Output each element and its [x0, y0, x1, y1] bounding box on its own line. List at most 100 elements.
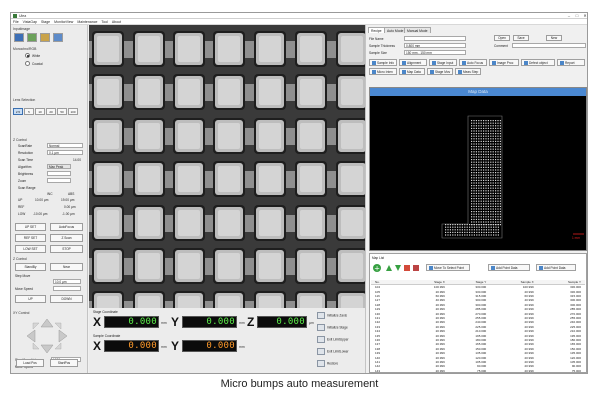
z-up-button[interactable]: UP — [15, 295, 46, 303]
low-set-button[interactable]: LOW SET — [15, 245, 46, 253]
map-list-table[interactable]: No. Stage X Stage Y Sample X Sample Y 104 100… — [371, 280, 585, 373]
report-button[interactable]: Report — [557, 59, 585, 66]
coaxial-radio[interactable] — [25, 61, 30, 66]
micro-inten-button[interactable]: Micro Inten — [369, 68, 397, 75]
lens-button-50[interactable]: 50 — [57, 108, 67, 115]
table-row[interactable]: 143 20.999 75.000 20.999 75.000 — [371, 369, 585, 373]
exit-limit-upper-button[interactable]: Exit LimitUpper — [317, 336, 349, 343]
menu-tool[interactable]: Tool — [99, 19, 109, 24]
sample-size-field[interactable]: 150 mm - 150 mm — [404, 50, 466, 55]
lens-button-20[interactable]: 20 — [46, 108, 56, 115]
lens-button-5[interactable]: 5 — [24, 108, 34, 115]
map-point-plot — [441, 115, 584, 239]
xy-control-label: XY Control — [13, 311, 30, 315]
micro-bump — [295, 248, 327, 284]
save-button[interactable]: Save — [513, 35, 529, 41]
near-button[interactable]: Near — [50, 263, 83, 271]
standby-button[interactable]: StandBy — [15, 263, 46, 271]
micro-bump — [254, 74, 286, 110]
open-button[interactable]: Open — [494, 35, 510, 41]
scan-rate-label: ScanRate — [18, 144, 32, 148]
defect-object-button[interactable]: Defect object — [521, 59, 555, 66]
initialize-zaxis-button[interactable]: Initialize Zaxis — [317, 312, 347, 319]
lens-button-100[interactable]: 100 — [68, 108, 78, 115]
file-name-field[interactable] — [404, 36, 466, 41]
stage-mov-button[interactable]: Stage Mov — [427, 68, 453, 75]
settings-icon[interactable] — [53, 33, 63, 42]
tab-recipe[interactable]: Recipe — [368, 27, 385, 33]
stage-x-unit: mm — [161, 321, 167, 325]
menu-maintenance[interactable]: Maintenance — [75, 19, 99, 24]
lens-button-10[interactable]: 10 — [35, 108, 45, 115]
algorithm-button[interactable]: Max Peak — [47, 164, 71, 169]
stop-button[interactable]: STOP — [50, 245, 83, 253]
move-to-select-point-button[interactable]: Move To Select Point — [426, 264, 470, 271]
scan-rate-select[interactable]: Normal — [47, 143, 83, 148]
map-data-view[interactable]: Map Data 1 mm — [369, 87, 587, 251]
menu-file[interactable]: File — [11, 19, 21, 24]
add-point-data-2-button[interactable]: Add Point Data — [536, 264, 576, 271]
coordinate-panel: Stage Coordinate X 0.000 mm Y 0.000 mm Z… — [89, 308, 365, 373]
exit-limit-lower-button[interactable]: Exit LimitLower — [317, 348, 349, 355]
initialize-stage-button[interactable]: Initialize Stage — [317, 324, 348, 331]
z-down-button[interactable]: DOWN — [50, 295, 83, 303]
map-data-header: Map Data — [370, 88, 586, 96]
menu-monitorview[interactable]: MonitorView — [52, 19, 75, 24]
micro-bump — [133, 118, 165, 154]
new-button[interactable]: New — [546, 35, 562, 41]
camera-icon[interactable] — [14, 33, 24, 42]
micro-bump — [92, 248, 124, 284]
micro-bump — [254, 291, 286, 308]
folder-icon[interactable] — [40, 33, 50, 42]
meas-step-button[interactable]: Meas Step — [455, 68, 481, 75]
auto-focus-tool-button[interactable]: Auto Focus — [459, 59, 487, 66]
image-icon[interactable] — [27, 33, 37, 42]
restore-button[interactable]: Restore — [317, 360, 338, 367]
z-control-label: Z Control — [13, 138, 27, 142]
low-inc-value: -10.00 µm — [33, 212, 48, 216]
alignment-button[interactable]: Alignment — [399, 59, 427, 66]
map-data-button[interactable]: Map Data — [399, 68, 425, 75]
xy-arrow-pad[interactable] — [17, 317, 77, 355]
step-move-label: Step Move — [15, 274, 31, 278]
micro-bump — [295, 161, 327, 197]
comment-field[interactable] — [512, 43, 586, 48]
step-move-select[interactable]: 10.0 µm — [53, 279, 81, 284]
map-list-icon-row[interactable]: + — [372, 263, 422, 273]
up-abs-value: 19.00 µm — [61, 198, 75, 202]
micro-bump — [336, 161, 365, 197]
figure-caption: Micro bumps auto measurement — [220, 378, 379, 390]
sample-thickness-field[interactable]: 0.800 mm — [404, 43, 466, 48]
microscope-view[interactable] — [89, 25, 365, 308]
white-radio[interactable] — [25, 53, 30, 58]
micro-bump — [295, 118, 327, 154]
move-speed-slider[interactable] — [53, 286, 81, 291]
menu-about[interactable]: About — [110, 19, 123, 24]
load-pos-button[interactable]: Load Pos — [16, 359, 44, 367]
lens-button-2-5[interactable]: 2.5 — [13, 108, 23, 115]
up-set-button[interactable]: UP SET — [15, 223, 46, 231]
arrow-left-icon — [26, 329, 36, 343]
ref-set-button[interactable]: REF SET — [15, 234, 46, 242]
control-panel: InputImage Monochro/RGB White Coaxial Le… — [11, 25, 88, 373]
auto-focus-button[interactable]: AutoFocus — [50, 223, 83, 231]
sample-info-button[interactable]: Sample Info — [369, 59, 397, 66]
tab-manual-mode[interactable]: Manual Mode — [404, 27, 431, 33]
menu-stage[interactable]: Stage — [39, 19, 52, 24]
start-pos-button[interactable]: StartPos — [50, 359, 78, 367]
abs-header: ABS — [68, 192, 75, 196]
menu-vistagap[interactable]: VistaGap — [21, 19, 39, 24]
stage-input-button[interactable]: Stage Input — [429, 59, 457, 66]
brightness-field[interactable] — [47, 171, 71, 176]
micro-bump — [213, 74, 245, 110]
resolution-select[interactable]: 0.1 µm — [47, 150, 83, 155]
zoom-field[interactable] — [47, 178, 71, 183]
micro-bump — [213, 248, 245, 284]
exit-limit-upper-icon — [317, 336, 325, 343]
add-point-data-button[interactable]: Add Point Data — [488, 264, 530, 271]
z-scan-button[interactable]: Z Scan — [50, 234, 83, 242]
micro-bump — [173, 248, 205, 284]
micro-bump — [336, 31, 365, 67]
image-proc-button[interactable]: Image Proc — [489, 59, 519, 66]
